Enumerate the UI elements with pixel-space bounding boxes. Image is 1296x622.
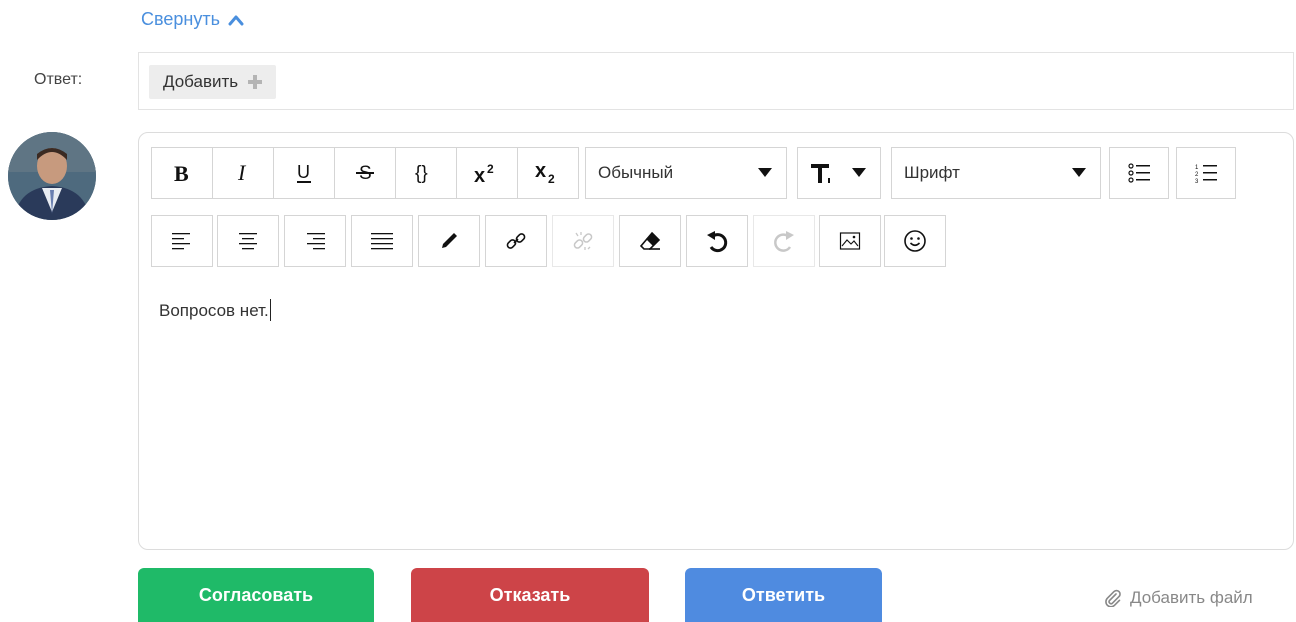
add-recipient-label: Добавить (163, 72, 239, 91)
subscript-button[interactable]: x 2 (517, 147, 579, 199)
chevron-down-icon (758, 168, 772, 177)
unlink-button[interactable] (552, 215, 614, 267)
align-right-icon (307, 233, 325, 250)
chevron-up-icon (228, 15, 244, 25)
text-size-select[interactable] (797, 147, 881, 199)
align-left-button[interactable] (151, 215, 213, 267)
reply-button[interactable]: Ответить (685, 568, 882, 622)
editor-text: Вопросов нет. (159, 301, 269, 320)
svg-text:I: I (237, 162, 247, 184)
rich-text-editor[interactable]: B I U S {} x 2 x 2 Обычный Шрифт 1 2 3 В… (138, 132, 1294, 550)
align-center-icon (239, 233, 257, 250)
chevron-down-icon (1072, 168, 1086, 177)
text-size-icon (811, 164, 830, 183)
unlink-icon (573, 232, 593, 250)
add-recipient-button[interactable]: Добавить (149, 65, 277, 99)
align-center-button[interactable] (217, 215, 279, 267)
subscript-icon: x 2 (535, 161, 555, 185)
insert-emoji-button[interactable] (884, 215, 946, 267)
insert-link-button[interactable] (485, 215, 547, 267)
attach-file-label: Добавить файл (1130, 588, 1253, 607)
redo-icon (774, 231, 794, 252)
reject-button[interactable]: Отказать (411, 568, 649, 622)
reject-label: Отказать (489, 584, 571, 605)
underline-icon: U (297, 162, 311, 183)
font-family-select[interactable]: Шрифт (891, 147, 1101, 199)
collapse-link[interactable]: Свернуть (141, 9, 244, 30)
italic-button[interactable]: I (212, 147, 274, 199)
numbered-list-button[interactable]: 1 2 3 (1176, 147, 1236, 199)
recipients-field[interactable]: Добавить (138, 52, 1294, 110)
svg-text:U: U (297, 162, 310, 182)
emoji-icon (904, 230, 926, 252)
paragraph-format-value: Обычный (598, 163, 674, 182)
plus-icon (248, 75, 263, 89)
align-justify-button[interactable] (351, 215, 413, 267)
undo-button[interactable] (686, 215, 748, 267)
clear-formatting-button[interactable] (619, 215, 681, 267)
reply-label-button: Ответить (741, 584, 826, 605)
redo-button[interactable] (753, 215, 815, 267)
svg-text:2: 2 (548, 172, 555, 185)
link-icon (506, 233, 526, 249)
svg-text:1: 1 (1195, 165, 1199, 171)
eraser-icon (639, 231, 661, 250)
attach-file-link[interactable]: Добавить файл (1104, 588, 1253, 608)
align-justify-icon (371, 233, 393, 250)
collapse-label: Свернуть (141, 9, 220, 29)
strikethrough-button[interactable]: S (334, 147, 396, 199)
underline-button[interactable]: U (273, 147, 335, 199)
svg-text:3: 3 (1195, 179, 1199, 183)
svg-text:B: B (174, 162, 189, 184)
undo-icon (707, 231, 728, 253)
text-format-group: B I U S {} x 2 x 2 (151, 147, 579, 199)
approve-label: Согласовать (198, 584, 314, 605)
bullet-list-button[interactable] (1109, 147, 1169, 199)
code-braces-icon: {} (415, 163, 428, 184)
align-right-button[interactable] (284, 215, 346, 267)
bold-button[interactable]: B (151, 147, 213, 199)
svg-text:2: 2 (487, 162, 494, 176)
bold-icon: B (174, 162, 189, 184)
paperclip-icon (1105, 589, 1121, 607)
svg-text:x: x (474, 165, 485, 185)
text-color-button[interactable] (418, 215, 480, 267)
reply-label: Ответ: (34, 71, 83, 88)
bullet-list-icon (1128, 163, 1150, 183)
pen-icon (442, 233, 457, 248)
avatar (8, 132, 96, 220)
italic-icon: I (237, 162, 247, 184)
image-icon (839, 232, 861, 250)
editor-content[interactable]: Вопросов нет. (159, 299, 271, 321)
svg-text:{}: {} (415, 163, 428, 184)
superscript-button[interactable]: x 2 (456, 147, 518, 199)
code-button[interactable]: {} (395, 147, 457, 199)
numbered-list-icon: 1 2 3 (1195, 165, 1217, 183)
svg-text:x: x (535, 161, 546, 182)
text-cursor (269, 299, 271, 321)
insert-image-button[interactable] (819, 215, 881, 267)
approve-button[interactable]: Согласовать (138, 568, 374, 622)
superscript-icon: x 2 (474, 162, 494, 185)
svg-text:2: 2 (1195, 172, 1199, 178)
font-family-value: Шрифт (904, 163, 960, 182)
paragraph-format-select[interactable]: Обычный (585, 147, 787, 199)
strikethrough-icon: S (356, 163, 374, 184)
chevron-down-icon (852, 168, 866, 177)
align-left-icon (172, 233, 190, 250)
